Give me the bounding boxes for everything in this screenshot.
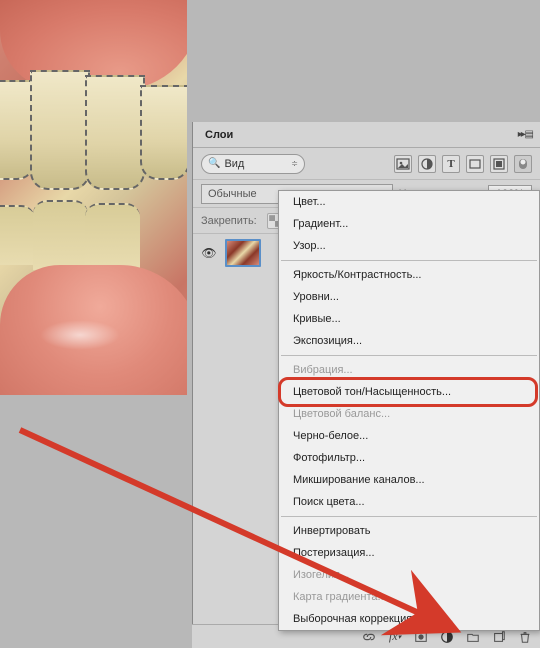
menu-item[interactable]: Яркость/Контрастность... (279, 264, 539, 286)
menu-item[interactable]: Кривые... (279, 308, 539, 330)
lock-label: Закрепить: (201, 215, 257, 227)
kind-filter-select[interactable]: 🔍 Вид ≑ (201, 154, 305, 174)
shape-filter-icon[interactable] (466, 155, 484, 173)
menu-item[interactable]: Уровни... (279, 286, 539, 308)
menu-item[interactable]: Цвет... (279, 191, 539, 213)
text-filter-icon[interactable]: T (442, 155, 460, 173)
filter-toggle-icon[interactable] (514, 155, 532, 173)
panel-filter-bar: 🔍 Вид ≑ T (193, 148, 540, 180)
menu-item[interactable]: Узор... (279, 235, 539, 257)
layer-thumbnail[interactable] (225, 239, 261, 267)
kind-filter-label: Вид (224, 158, 244, 170)
adjustment-layer-menu: Цвет...Градиент...Узор... Яркость/Контрас… (278, 190, 540, 631)
document-image[interactable] (0, 0, 187, 395)
menu-item[interactable]: Выборочная коррекция цвета... (279, 608, 539, 630)
search-icon: 🔍 (208, 158, 220, 169)
menu-item: Изогелия... (279, 564, 539, 586)
menu-item[interactable]: Постеризация... (279, 542, 539, 564)
menu-item[interactable]: Черно-белое... (279, 425, 539, 447)
adjust-filter-icon[interactable] (418, 155, 436, 173)
menu-item[interactable]: Экспозиция... (279, 330, 539, 352)
selection-marquee (0, 60, 187, 190)
teeth-bottom (0, 195, 185, 275)
menu-item[interactable]: Микширование каналов... (279, 469, 539, 491)
menu-item[interactable]: Фотофильтр... (279, 447, 539, 469)
panel-menu-icon[interactable]: ▸▸ ▤ (510, 125, 540, 144)
image-filter-icon[interactable] (394, 155, 412, 173)
menu-separator (281, 355, 537, 356)
menu-item: Цветовой баланс... (279, 403, 539, 425)
canvas-area (0, 0, 187, 648)
panel-header: Слои ▸▸ ▤ (193, 122, 540, 148)
menu-separator (281, 516, 537, 517)
layers-tab[interactable]: Слои (193, 124, 245, 146)
menu-item[interactable]: Поиск цвета... (279, 491, 539, 513)
menu-item[interactable]: Инвертировать (279, 520, 539, 542)
menu-item: Карта градиента... (279, 586, 539, 608)
smart-filter-icon[interactable] (490, 155, 508, 173)
lip-highlight (40, 320, 120, 350)
chevron-updown-icon: ≑ (291, 159, 298, 168)
menu-item: Вибрация... (279, 359, 539, 381)
blend-mode-label: Обычные (208, 188, 257, 200)
menu-item[interactable]: Градиент... (279, 213, 539, 235)
visibility-toggle-icon[interactable]: 👁 (201, 245, 217, 261)
menu-item[interactable]: Цветовой тон/Насыщенность... (279, 381, 539, 403)
menu-separator (281, 260, 537, 261)
